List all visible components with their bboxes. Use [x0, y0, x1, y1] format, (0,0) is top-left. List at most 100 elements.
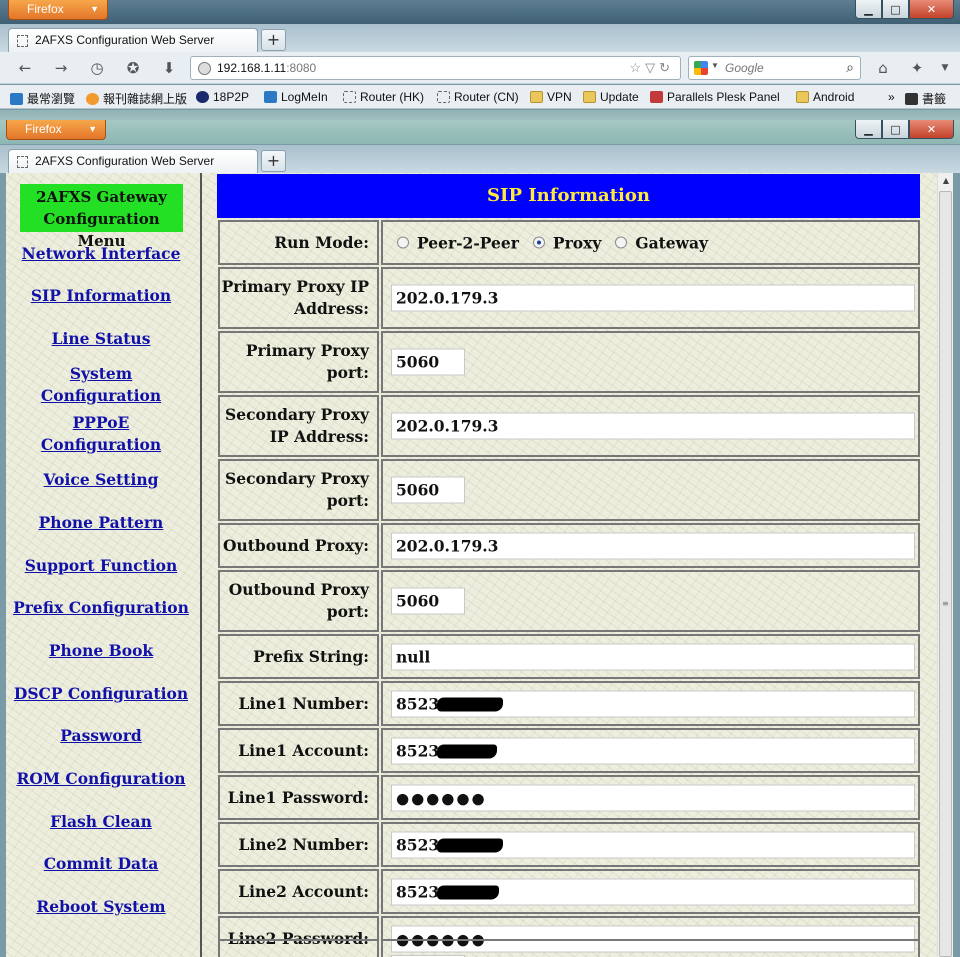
field-label: Outbound Proxy: — [218, 523, 379, 568]
run-mode-radio-group: Peer-2-Peer Proxy Gateway — [397, 233, 722, 252]
firefox-menu-button[interactable]: Firefox ▼ — [6, 120, 106, 140]
menu-link-network-interface[interactable]: Network Interface — [6, 243, 196, 265]
field-label-line: port: — [326, 491, 369, 510]
text-input[interactable]: 202.0.179.3 — [391, 284, 915, 312]
form-row: Secondary Proxy IP Address: 202.0.179.3 — [217, 395, 920, 457]
input-value: 5060 — [396, 352, 440, 372]
menu-link-sip-information[interactable]: SIP Information — [6, 285, 196, 307]
menu-link-support-function[interactable]: Support Function — [6, 555, 196, 577]
menu-link-system-configuration[interactable]: System Configuration — [6, 363, 196, 407]
close-button[interactable]: ✕ — [909, 0, 954, 19]
addon-icon[interactable]: ✦ — [906, 58, 928, 78]
field-label: Primary Proxy port: — [218, 331, 379, 393]
redaction-mark — [437, 885, 500, 899]
field-label-text: Outbound Proxy: — [223, 535, 369, 557]
field-label-line: port: — [326, 363, 369, 382]
bookmark-icon — [343, 91, 356, 103]
bookmark-item[interactable]: Router (HK) — [343, 90, 424, 104]
search-bar[interactable]: ▼ Google ⌕ — [688, 56, 861, 80]
search-icon[interactable]: ⌕ — [846, 59, 854, 76]
url-bar[interactable]: 192.168.1.11:8080 ☆▽↻ — [190, 56, 681, 80]
menu-link-pppoe-configuration[interactable]: PPPoE Configuration — [6, 412, 196, 456]
menu-link-label: PPPoE — [72, 413, 130, 432]
bookmark-item[interactable]: Update — [583, 90, 639, 104]
text-input[interactable]: ●●●●●● — [391, 784, 915, 811]
menu-link-label: Phone Book — [48, 641, 154, 660]
menu-link-phone-book[interactable]: Phone Book — [6, 640, 196, 662]
text-input[interactable]: 8523 — [391, 690, 915, 717]
new-tab-button[interactable]: + — [261, 29, 286, 51]
text-input[interactable]: null — [391, 643, 915, 670]
menu-link-commit-data[interactable]: Commit Data — [6, 853, 196, 875]
vertical-scrollbar[interactable]: ▲ ≡ — [937, 173, 953, 957]
menu-link-label: ROM Configuration — [16, 769, 186, 788]
new-tab-button[interactable]: + — [261, 150, 286, 172]
search-engine-dropdown-icon[interactable]: ▼ — [711, 61, 719, 70]
scroll-thumb[interactable]: ≡ — [939, 191, 952, 957]
folder-icon — [583, 91, 596, 103]
bookmark-label: 書籤 — [922, 92, 947, 106]
scroll-up-arrow-icon[interactable]: ▲ — [938, 173, 954, 189]
text-input[interactable]: 8523 — [391, 831, 915, 858]
menu-link-prefix-configuration[interactable]: Prefix Configuration — [6, 597, 196, 619]
field-label-text: Primary Proxy port: — [246, 340, 369, 384]
field-label-text: Line2 Number: — [238, 834, 369, 856]
history-clock-icon[interactable]: ◷ — [86, 58, 108, 78]
close-button[interactable]: ✕ — [909, 120, 954, 139]
globe-icon — [198, 62, 211, 75]
menu-link-reboot-system[interactable]: Reboot System — [6, 896, 196, 918]
forward-arrow-icon[interactable]: → — [50, 58, 72, 78]
text-input[interactable]: 202.0.179.3 — [391, 532, 915, 559]
download-arrow-icon[interactable]: ⬇ — [158, 58, 180, 78]
minimize-button[interactable]: ▁ — [855, 0, 882, 19]
form-row: Line1 Password: ●●●●●● — [217, 775, 920, 820]
radio-peer-2-peer[interactable] — [397, 236, 409, 249]
field-label-line: IP Address: — [269, 427, 369, 446]
bookmark-item[interactable]: Parallels Plesk Panel — [650, 90, 780, 104]
bookmark-item[interactable]: LogMeIn — [264, 90, 328, 104]
firefox-menu-button[interactable]: Firefox ▼ — [8, 0, 108, 20]
menu-caret-icon[interactable]: ▼ — [934, 58, 956, 78]
home-icon[interactable]: ⌂ — [872, 58, 894, 78]
field-label: Line1 Number: — [218, 681, 379, 726]
menu-link-label: Voice Setting — [43, 470, 159, 489]
bookmarks-overflow-button[interactable]: » — [888, 90, 895, 104]
minimize-button[interactable]: ▁ — [855, 120, 882, 139]
form-row: Line2 Account: 8523 — [217, 869, 920, 914]
field-label-line: Primary Proxy — [245, 341, 369, 360]
back-arrow-icon[interactable]: ← — [14, 58, 36, 78]
tab-config-server[interactable]: 2AFXS Configuration Web Server — [8, 28, 258, 52]
maximize-button[interactable]: □ — [882, 120, 909, 139]
menu-link-flash-clean[interactable]: Flash Clean — [6, 811, 196, 833]
bookmark-item[interactable]: 最常瀏覽 — [10, 90, 75, 107]
menu-link-dscp-configuration[interactable]: DSCP Configuration — [6, 683, 196, 705]
bookmark-item[interactable]: Router (CN) — [437, 90, 519, 104]
maximize-button[interactable]: □ — [882, 0, 909, 19]
menu-link-password[interactable]: Password — [6, 725, 196, 747]
menu-link-label: Configuration — [40, 435, 162, 454]
menu-link-phone-pattern[interactable]: Phone Pattern — [6, 512, 196, 534]
field-label-text: Prefix String: — [253, 646, 369, 668]
radio-gateway[interactable] — [615, 236, 628, 249]
bookmark-item[interactable]: 書籤 — [905, 90, 946, 107]
radio-label: Gateway — [635, 233, 709, 252]
bookmark-item[interactable]: Android — [796, 90, 854, 104]
menu-link-rom-configuration[interactable]: ROM Configuration — [6, 768, 196, 790]
text-input[interactable]: 8523 — [391, 737, 915, 764]
bookmark-item[interactable]: VPN — [530, 90, 572, 104]
text-input[interactable]: 8523 — [391, 878, 915, 905]
field-label-line: Secondary Proxy — [225, 469, 369, 488]
text-input[interactable]: 5060 — [391, 476, 465, 504]
menu-link-voice-setting[interactable]: Voice Setting — [6, 469, 196, 491]
menu-link-line-status[interactable]: Line Status — [6, 328, 196, 350]
tab-config-server[interactable]: 2AFXS Configuration Web Server — [8, 149, 258, 173]
text-input[interactable]: 5060 — [391, 348, 465, 376]
bookmark-item[interactable]: 報刊雜誌網上版 — [86, 90, 187, 107]
bookmark-item[interactable]: 18P2P — [196, 90, 249, 104]
url-actions-icon[interactable]: ☆▽↻ — [629, 60, 674, 76]
radio-proxy[interactable] — [532, 236, 545, 249]
bookmark-star-icon[interactable]: ✪ — [122, 58, 144, 78]
field-label-text: Line1 Number: — [238, 693, 369, 715]
text-input[interactable]: 202.0.179.3 — [391, 412, 915, 440]
text-input[interactable]: 5060 — [391, 587, 465, 615]
